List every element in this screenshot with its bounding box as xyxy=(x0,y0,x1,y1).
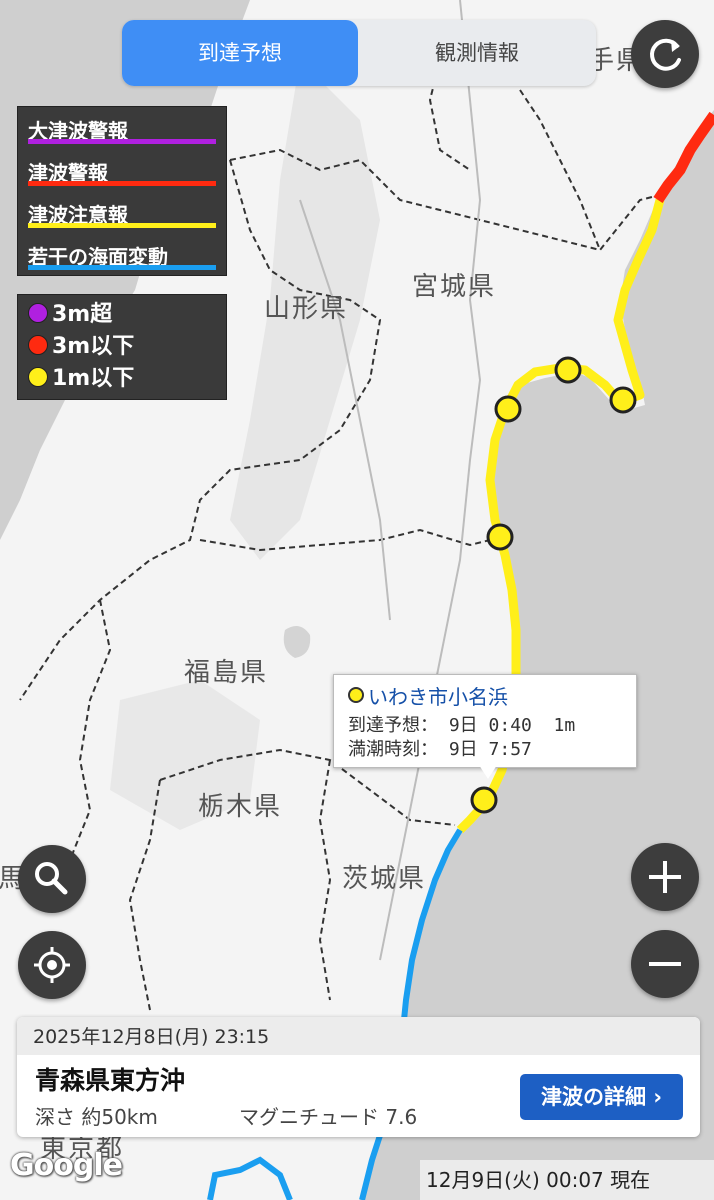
prefecture-label: 福島県 xyxy=(184,658,269,688)
quake-magnitude: マグニチュード 7.6 xyxy=(239,1105,418,1129)
detail-button-label: 津波の詳細 xyxy=(541,1085,647,1109)
quake-depth: 深さ 約50km xyxy=(35,1105,158,1129)
locate-button[interactable] xyxy=(18,931,86,999)
update-timestamp: 12月9日(火) 00:07 現在 xyxy=(420,1160,714,1200)
legend-swatch xyxy=(28,181,216,186)
height-dot xyxy=(28,303,48,323)
google-logo: Google xyxy=(10,1148,123,1183)
tide-point-marker[interactable] xyxy=(486,523,514,551)
plus-icon xyxy=(649,861,681,893)
search-button[interactable] xyxy=(18,845,86,913)
refresh-icon xyxy=(650,38,681,71)
zoom-in-button[interactable] xyxy=(631,843,699,911)
tab-arrival-forecast[interactable]: 到達予想 xyxy=(122,20,358,86)
search-icon xyxy=(35,862,68,895)
height-legend: 3m超 3m以下 1m以下 xyxy=(17,294,227,400)
epicenter-name: 青森県東方沖 xyxy=(35,1066,186,1095)
chevron-right-icon: › xyxy=(653,1085,662,1109)
prefecture-label: 栃木県 xyxy=(198,792,283,822)
location-callout[interactable]: いわき市小名浜 到達予想： 9日 0:40 1m 満潮時刻： 9日 7:57 xyxy=(333,674,637,768)
callout-pointer xyxy=(479,765,497,779)
height-dot xyxy=(28,367,48,387)
legend-swatch xyxy=(28,139,216,144)
mode-tabs: 到達予想 観測情報 xyxy=(122,20,596,86)
height-dot xyxy=(28,335,48,355)
height-legend-item: 3m以下 xyxy=(28,333,134,361)
legend-swatch xyxy=(28,223,216,228)
prefecture-label: 山形県 xyxy=(264,294,349,324)
callout-high-tide: 満潮時刻： 9日 7:57 xyxy=(348,739,532,760)
height-legend-item: 1m以下 xyxy=(28,365,134,393)
prefecture-label: 宮城県 xyxy=(412,272,497,302)
callout-title: いわき市小名浜 xyxy=(348,681,508,710)
minus-icon xyxy=(649,962,681,966)
refresh-button[interactable] xyxy=(631,20,699,88)
tide-point-marker[interactable] xyxy=(609,386,637,414)
tab-observation-info[interactable]: 観測情報 xyxy=(358,20,596,86)
tide-point-marker[interactable] xyxy=(554,356,582,384)
height-legend-item: 3m超 xyxy=(28,301,112,329)
legend-swatch xyxy=(28,265,216,270)
prefecture-label: 茨城県 xyxy=(342,864,427,894)
tsunami-detail-button[interactable]: 津波の詳細 › xyxy=(520,1074,683,1120)
locate-icon xyxy=(34,947,70,983)
tide-point-marker[interactable] xyxy=(494,395,522,423)
quake-datetime: 2025年12月8日(月) 23:15 xyxy=(17,1017,700,1055)
zoom-out-button[interactable] xyxy=(631,930,699,998)
warning-legend: 大津波警報 津波警報 津波注意報 若干の海面変動 xyxy=(17,106,227,276)
tide-point-marker-selected[interactable] xyxy=(470,786,498,814)
callout-arrival: 到達予想： 9日 0:40 1m xyxy=(348,715,576,736)
callout-marker-icon xyxy=(348,687,364,703)
earthquake-info-card[interactable]: 2025年12月8日(月) 23:15 青森県東方沖 深さ 約50km マグニチ… xyxy=(17,1017,700,1137)
